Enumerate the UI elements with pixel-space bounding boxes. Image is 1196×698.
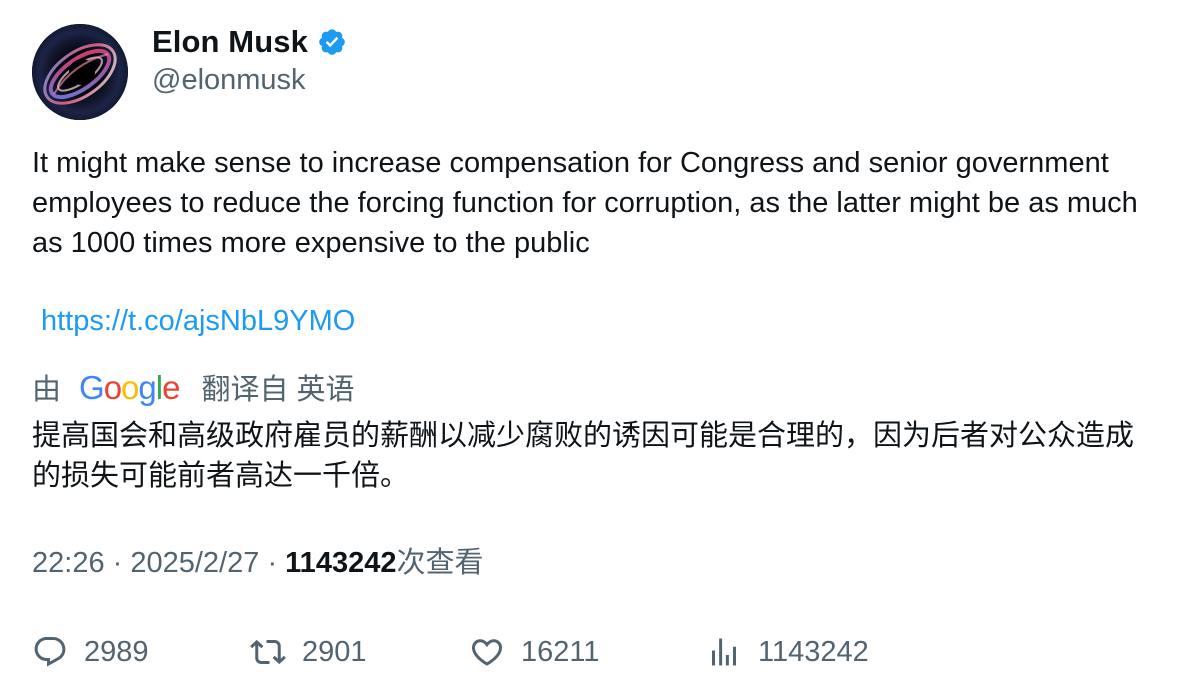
tweet-body: It might make sense to increase compensa…	[32, 147, 1138, 259]
tweet-link[interactable]: https://t.co/ajsNbL9YMO	[41, 301, 355, 341]
tweet-meta: 22:26 · 2025/2/27 · 1143242次查看	[32, 543, 483, 583]
reply-count: 2989	[84, 635, 149, 668]
google-logo: Google	[79, 369, 180, 406]
like-count: 16211	[521, 635, 600, 668]
avatar[interactable]	[32, 24, 128, 120]
tweet-card: Elon Musk @elonmusk It might make sense …	[0, 0, 1196, 698]
views-action-count: 1143242	[758, 635, 869, 668]
views-button[interactable]: 1143242	[706, 630, 869, 674]
author-name-row: Elon Musk	[152, 22, 347, 62]
action-bar: 2989 2901 16211 1143242	[32, 630, 1162, 674]
meta-separator: ·	[112, 547, 131, 579]
meta-separator: ·	[267, 547, 286, 579]
author-handle[interactable]: @elonmusk	[152, 64, 306, 97]
views-label: 次查看	[396, 547, 484, 579]
retweet-button[interactable]: 2901	[250, 630, 367, 674]
author-display-name[interactable]: Elon Musk	[152, 24, 308, 60]
retweet-icon	[250, 634, 286, 670]
translated-text: 提高国会和高级政府雇员的薪酬以减少腐败的诱因可能是合理的，因为后者对公众造成的损…	[32, 420, 1135, 492]
translated-by-label: 由	[32, 374, 62, 406]
tweet-time[interactable]: 22:26	[32, 547, 105, 579]
translation-attribution: 由 Google 翻译自 英语	[32, 366, 355, 408]
tweet-text: It might make sense to increase compensa…	[32, 143, 1162, 263]
reply-button[interactable]: 2989	[32, 630, 149, 674]
translated-from-label: 翻译自 英语	[201, 374, 355, 406]
reply-icon	[32, 634, 68, 670]
like-button[interactable]: 16211	[469, 630, 600, 674]
analytics-icon	[706, 634, 742, 670]
retweet-count: 2901	[302, 635, 367, 668]
tweet-date[interactable]: 2025/2/27	[130, 547, 259, 579]
heart-icon	[469, 634, 505, 670]
verified-badge-icon	[317, 27, 347, 57]
black-hole-avatar-image	[32, 24, 128, 120]
views-count: 1143242	[285, 547, 397, 579]
